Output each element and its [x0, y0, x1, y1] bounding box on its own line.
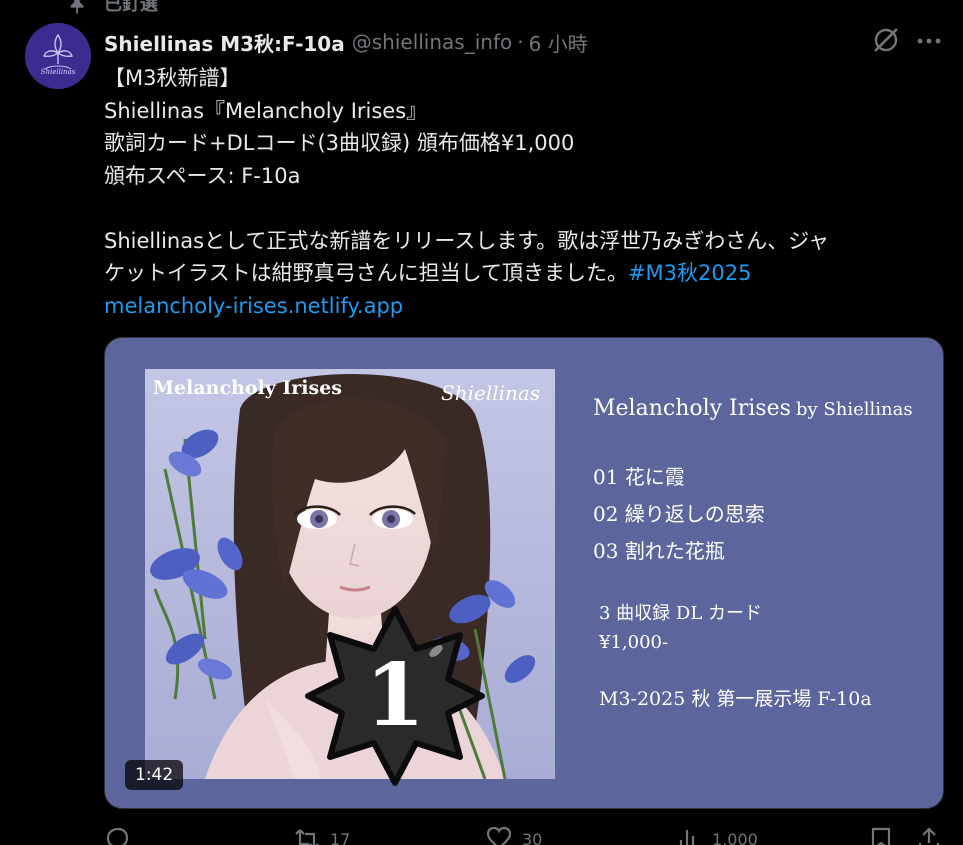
heart-icon: [486, 826, 512, 845]
like-button[interactable]: 30: [486, 826, 542, 845]
grok-icon[interactable]: [870, 24, 902, 56]
hashtag-link[interactable]: #M3秋2025: [628, 261, 752, 285]
retweet-button[interactable]: 17: [294, 826, 350, 845]
pinned-indicator: 已釘選: [66, 0, 158, 15]
post-line: ケットイラストは紺野真弓さんに担当して頂きました。: [104, 261, 628, 285]
like-count: 30: [522, 829, 543, 845]
external-link[interactable]: melancholy-irises.netlify.app: [104, 290, 944, 323]
retweet-count: 17: [330, 829, 351, 845]
video-duration: 1:42: [125, 760, 184, 790]
track-item: 01 花に霞: [593, 465, 685, 489]
reply-button[interactable]: [104, 826, 140, 845]
action-bar: 17 30 1,000: [104, 826, 944, 845]
post-time[interactable]: 6 小時: [529, 28, 588, 57]
track-item: 03 割れた花瓶: [593, 539, 725, 563]
media-card[interactable]: Melancholy Irises Shiellinas Melancholy …: [104, 337, 944, 809]
bookmark-icon: [871, 827, 891, 845]
user-handle[interactable]: @shiellinas_info: [352, 30, 513, 54]
post-line: Shiellinas『Melancholy Irises』: [104, 98, 428, 123]
share-icon: [918, 827, 940, 845]
views-button[interactable]: 1,000: [676, 826, 758, 845]
post-line: 【M3秋新譜】: [104, 66, 241, 90]
star-badge-icon: 1: [305, 606, 485, 786]
post-header: Shiellinas M3秋:F-10a @shiellinas_info · …: [104, 26, 588, 58]
track-item: 02 繰り返しの思索: [593, 502, 765, 526]
post-line-with-hashtag: ケットイラストは紺野真弓さんに担当して頂きました。#M3秋2025: [104, 257, 944, 290]
cover-signature: Shiellinas: [441, 381, 541, 405]
iris-logo-icon: Shiellinas: [25, 23, 91, 89]
post-page: 已釘選 Shiellinas Shiellinas M3秋:F-10a @shi…: [0, 0, 963, 845]
album-title: Melancholy Irises by Shiellinas: [593, 396, 913, 421]
post-line: 頒布スペース: F-10a: [104, 163, 301, 188]
post-line: Shiellinasとして正式な新譜をリリースします。歌は浮世乃みぎわさん、ジャ: [104, 228, 830, 253]
more-options-icon[interactable]: [914, 28, 944, 54]
post-line: 歌詞カード+DLコード(3曲収録) 頒布価格¥1,000: [104, 131, 575, 155]
venue: M3-2025 秋 第一展示場 F-10a: [599, 688, 872, 710]
avatar[interactable]: Shiellinas: [25, 23, 91, 89]
card-info: 3 曲収録 DL カード: [599, 603, 763, 624]
album-title-name: Melancholy Irises: [593, 396, 791, 421]
post-body: 【M3秋新譜】 Shiellinas『Melancholy Irises』 歌詞…: [104, 62, 944, 322]
pinned-label: 已釘選: [104, 0, 158, 15]
album-title-by: by Shiellinas: [796, 399, 913, 420]
badge-number: 1: [365, 645, 425, 746]
display-name[interactable]: Shiellinas M3秋:F-10a: [104, 28, 345, 57]
share-button[interactable]: [916, 826, 952, 845]
cover-title: Melancholy Irises: [153, 377, 342, 399]
price: ¥1,000-: [599, 632, 669, 653]
view-count: 1,000: [712, 829, 758, 845]
retweet-icon: [295, 829, 319, 845]
avatar-wordmark: Shiellinas: [41, 68, 76, 76]
header-separator: ·: [517, 30, 524, 54]
pin-icon: [70, 0, 84, 14]
reply-icon: [106, 827, 129, 845]
views-icon: [679, 830, 695, 845]
bookmark-button[interactable]: [868, 826, 904, 845]
